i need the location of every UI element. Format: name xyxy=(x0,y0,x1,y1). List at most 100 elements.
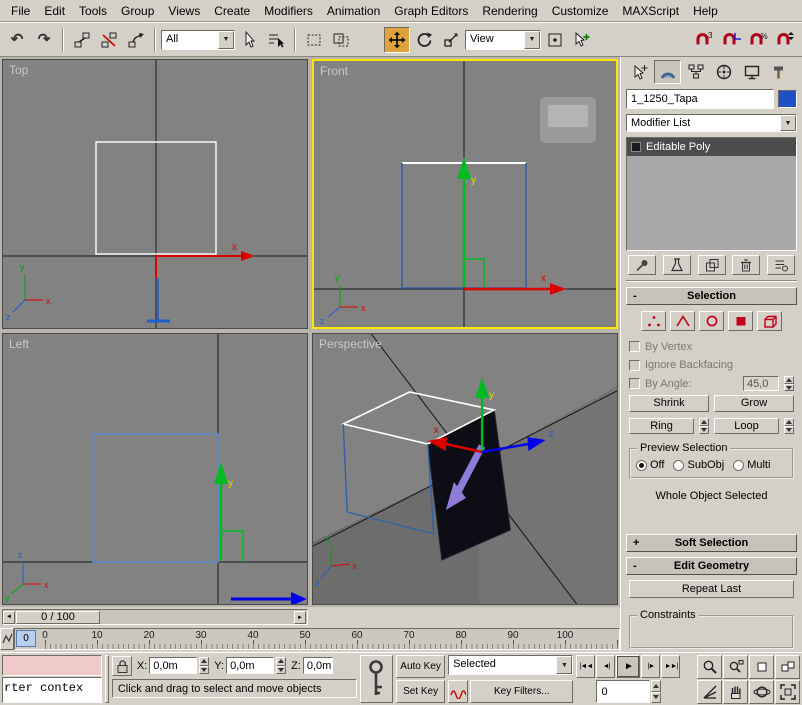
next-frame-button[interactable]: |► xyxy=(641,655,660,678)
set-keys-button[interactable] xyxy=(360,655,393,703)
select-and-rotate-button[interactable] xyxy=(411,27,437,53)
field-of-view-button[interactable] xyxy=(697,680,722,704)
shrink-button[interactable]: Shrink xyxy=(629,395,709,412)
stack-item-editable-poly[interactable]: Editable Poly xyxy=(627,138,796,156)
angle-snap-toggle-button[interactable] xyxy=(718,27,744,53)
time-slider-handle[interactable]: 0 / 100 xyxy=(16,611,100,624)
auto-key-button[interactable]: Auto Key xyxy=(396,655,445,678)
current-frame-marker[interactable]: 0 xyxy=(16,630,36,647)
dropdown-arrow-icon[interactable]: ▼ xyxy=(218,31,234,49)
by-vertex-checkbox[interactable] xyxy=(629,341,640,352)
box-object-edges[interactable] xyxy=(147,278,170,321)
move-gizmo[interactable]: y x xyxy=(457,157,566,295)
preview-subobj-option[interactable]: SubObj xyxy=(673,459,724,471)
time-slider-track[interactable]: ◄ 0 / 100 ► xyxy=(2,609,308,625)
move-gizmo[interactable]: y xyxy=(214,462,307,604)
pin-stack-button[interactable] xyxy=(628,255,656,274)
play-animation-button[interactable]: ► xyxy=(616,655,640,678)
selection-set-combo[interactable]: Selected ▼ xyxy=(448,655,573,675)
by-angle-value-field[interactable]: 45,0 xyxy=(743,376,779,391)
menu-animation[interactable]: Animation xyxy=(320,2,387,20)
menu-file[interactable]: File xyxy=(4,2,37,20)
menu-tools[interactable]: Tools xyxy=(72,2,114,20)
select-object-button[interactable] xyxy=(236,27,262,53)
go-to-start-button[interactable]: |◄◄ xyxy=(576,655,595,678)
dropdown-arrow-icon[interactable]: ▼ xyxy=(780,115,796,132)
menu-maxscript[interactable]: MAXScript xyxy=(615,2,686,20)
y-coordinate-field[interactable]: 0,0m xyxy=(226,657,274,674)
menu-rendering[interactable]: Rendering xyxy=(475,2,544,20)
select-by-name-button[interactable] xyxy=(263,27,289,53)
pan-button[interactable] xyxy=(723,680,748,704)
tab-motion[interactable] xyxy=(710,60,737,84)
current-frame-field[interactable]: 0 xyxy=(596,680,650,703)
remove-modifier-button[interactable] xyxy=(732,255,760,274)
zoom-all-button[interactable] xyxy=(723,655,748,679)
use-pivot-point-center-button[interactable] xyxy=(542,27,568,53)
by-angle-checkbox[interactable] xyxy=(629,378,640,389)
menu-help[interactable]: Help xyxy=(686,2,725,20)
window-crossing-button[interactable] xyxy=(328,27,354,53)
ring-button[interactable]: Ring xyxy=(629,418,694,435)
zoom-button[interactable] xyxy=(697,655,722,679)
y-spinner[interactable] xyxy=(276,657,286,674)
listener-splitter[interactable] xyxy=(105,655,109,703)
ignore-backfacing-checkbox[interactable] xyxy=(629,360,640,371)
viewport-perspective[interactable]: y x z y x z xyxy=(312,333,618,605)
object-color-swatch[interactable] xyxy=(778,90,797,108)
viewport-top-label[interactable]: Top xyxy=(9,63,28,77)
configure-modifier-sets-button[interactable] xyxy=(767,255,795,274)
key-filters-button[interactable]: Key Filters... xyxy=(470,680,573,703)
move-gizmo[interactable]: x xyxy=(156,242,255,278)
preview-off-option[interactable]: Off xyxy=(636,459,664,471)
zoom-extents-all-button[interactable] xyxy=(775,655,800,679)
viewport-perspective-label[interactable]: Perspective xyxy=(319,337,382,351)
tab-modify[interactable] xyxy=(654,60,681,84)
macro-recorder-field[interactable] xyxy=(2,655,102,676)
menu-views[interactable]: Views xyxy=(161,2,207,20)
loop-button[interactable]: Loop xyxy=(714,418,779,435)
bind-to-space-warp-button[interactable] xyxy=(123,27,149,53)
tab-utilities[interactable] xyxy=(766,60,793,84)
modifier-list-combo[interactable]: Modifier List ▼ xyxy=(626,114,797,133)
menu-customize[interactable]: Customize xyxy=(545,2,616,20)
rectangular-selection-region-button[interactable] xyxy=(301,27,327,53)
viewport-front[interactable]: y x y x z Front xyxy=(312,59,618,329)
tab-create[interactable] xyxy=(626,60,653,84)
tab-hierarchy[interactable] xyxy=(682,60,709,84)
viewport-left[interactable]: y z x y Left xyxy=(2,333,308,605)
zoom-extents-button[interactable] xyxy=(749,655,774,679)
loop-spinner[interactable] xyxy=(784,418,794,435)
select-and-link-button[interactable] xyxy=(69,27,95,53)
selection-filter-combo[interactable]: All ▼ xyxy=(161,30,235,50)
x-spinner[interactable] xyxy=(199,657,209,674)
menu-create[interactable]: Create xyxy=(207,2,257,20)
grow-button[interactable]: Grow xyxy=(714,395,794,412)
next-frame-arrow[interactable]: ► xyxy=(294,611,306,624)
rollout-edit-geometry[interactable]: - Edit Geometry xyxy=(626,557,797,575)
polygon-mode-button[interactable] xyxy=(728,311,753,331)
dropdown-arrow-icon[interactable]: ▼ xyxy=(556,656,572,674)
menu-group[interactable]: Group xyxy=(114,2,161,20)
go-to-end-button[interactable]: ►►| xyxy=(661,655,680,678)
select-and-scale-button[interactable] xyxy=(438,27,464,53)
listener-field[interactable]: rter contex xyxy=(2,677,102,704)
spinner-snap-toggle-button[interactable] xyxy=(772,27,798,53)
edge-mode-button[interactable] xyxy=(670,311,695,331)
redo-button[interactable]: ↷ xyxy=(31,27,57,53)
z-coordinate-field[interactable]: 0,0m xyxy=(303,657,333,674)
menu-edit[interactable]: Edit xyxy=(37,2,72,20)
select-and-manipulate-button[interactable] xyxy=(569,27,595,53)
ring-spinner[interactable] xyxy=(699,418,709,435)
undo-button[interactable]: ↶ xyxy=(4,27,30,53)
mini-curve-editor-button[interactable] xyxy=(0,628,14,650)
percent-snap-toggle-button[interactable]: % xyxy=(745,27,771,53)
viewport-front-label[interactable]: Front xyxy=(320,64,348,78)
set-key-button[interactable]: Set Key xyxy=(396,680,445,703)
track-bar-ruler[interactable]: 0 10 20 30 40 50 60 70 80 90 100 0 xyxy=(14,628,620,650)
tab-display[interactable] xyxy=(738,60,765,84)
border-mode-button[interactable] xyxy=(699,311,724,331)
viewport-top[interactable]: x y x z Top xyxy=(2,59,308,329)
selection-lock-toggle[interactable] xyxy=(112,656,132,676)
menu-modifiers[interactable]: Modifiers xyxy=(257,2,320,20)
